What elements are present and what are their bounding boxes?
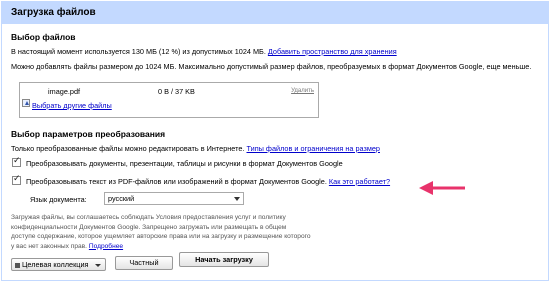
conversion-heading: Выбор параметров преобразования [11,129,166,139]
add-storage-link[interactable]: Добавить пространство для хранения [268,47,397,56]
dropdown-arrow-icon [95,264,101,267]
file-list-box: image.pdf 0 B / 37 KB Удалить Выбрать др… [19,82,319,118]
file-progress: 0 B / 37 KB [158,87,195,96]
choose-more-files-link[interactable]: Выбрать другие файлы [32,101,112,110]
limit-text: Можно добавлять файлы размером до 1024 М… [11,62,532,71]
dialog-titlebar: Загрузка файлов [2,2,548,24]
collection-icon [15,262,20,268]
convert-ocr-checkbox[interactable] [12,174,21,185]
conversion-note: Только преобразованные файлы можно редак… [11,144,380,153]
convert-docs-checkbox[interactable] [12,156,21,167]
conversion-note-text: Только преобразованные файлы можно редак… [11,144,245,153]
select-files-heading: Выбор файлов [11,32,76,42]
language-value: русский [108,194,135,203]
chevron-down-icon [234,197,240,201]
usage-text: В настоящий момент используется 130 МБ (… [11,47,266,56]
start-upload-button[interactable]: Начать загрузку [179,252,269,267]
annotation-arrow-icon [419,181,465,195]
file-name: image.pdf [48,87,81,96]
arrow-head [419,181,433,195]
how-it-works-link[interactable]: Как это работает? [329,177,390,186]
usage-line: В настоящий момент используется 130 МБ (… [11,47,397,56]
terms-text: Загружая файлы, вы соглашаетесь соблюдат… [11,213,311,251]
dialog-title: Загрузка файлов [11,7,96,18]
target-collection-button[interactable]: Целевая коллекция [11,258,106,271]
upload-dialog: Загрузка файлов Выбор файлов В настоящий… [1,1,549,281]
delete-file-link[interactable]: Удалить [291,88,314,94]
language-select[interactable]: русский [104,192,244,205]
file-types-link[interactable]: Типы файлов и ограничения на размер [247,144,381,153]
convert-ocr-label: Преобразовывать текст из PDF-файлов или … [26,177,327,186]
upload-icon[interactable] [22,99,30,107]
more-info-link[interactable]: Подробнее [89,243,123,250]
convert-ocr-line: Преобразовывать текст из PDF-файлов или … [26,177,390,186]
language-label: Язык документа: [30,195,87,204]
private-button[interactable]: Частный [115,256,173,270]
terms-body: Загружая файлы, вы соглашаетесь соблюдат… [11,214,311,250]
collection-label: Целевая коллекция [22,260,89,269]
convert-docs-label: Преобразовывать документы, презентации, … [26,159,343,168]
